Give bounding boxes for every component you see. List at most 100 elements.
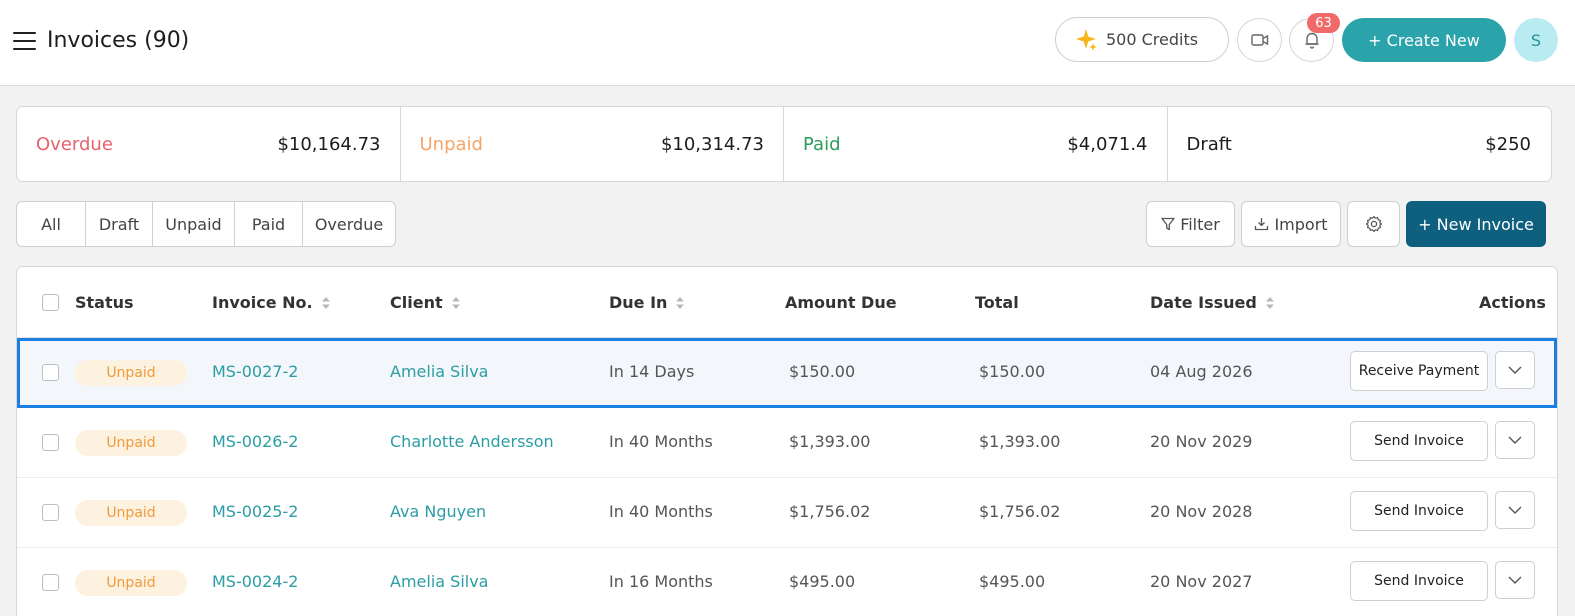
invoice-number-link[interactable]: MS-0026-2 <box>212 432 298 451</box>
table-row[interactable]: Unpaid MS-0025-2 Ava Nguyen In 40 Months… <box>17 478 1557 548</box>
row-checkbox[interactable] <box>42 364 59 381</box>
video-button[interactable] <box>1237 18 1282 62</box>
summary-card-unpaid[interactable]: Unpaid $10,314.73 <box>401 107 784 181</box>
due-in: In 14 Days <box>609 362 695 381</box>
summary-label: Overdue <box>36 133 113 155</box>
date-issued: 20 Nov 2029 <box>1150 432 1253 451</box>
date-issued: 20 Nov 2027 <box>1150 572 1253 591</box>
chevron-down-icon <box>1508 436 1522 444</box>
tab-unpaid[interactable]: Unpaid <box>153 202 235 246</box>
tab-all[interactable]: All <box>17 202 86 246</box>
column-header-status: Status <box>75 293 134 312</box>
table-header: Status Invoice No. Client Due In Amount … <box>17 267 1557 338</box>
column-header-amount-due: Amount Due <box>785 293 897 312</box>
summary-value: $10,164.73 <box>277 133 381 155</box>
column-label: Amount Due <box>785 293 897 312</box>
amount-due: $495.00 <box>789 572 856 591</box>
column-label: Actions <box>1479 293 1546 312</box>
credits-button[interactable]: 500 Credits <box>1055 17 1229 62</box>
sort-icon[interactable] <box>675 295 685 311</box>
summary-value: $250 <box>1485 133 1531 155</box>
status-badge: Unpaid <box>75 360 187 386</box>
sort-icon[interactable] <box>1265 295 1275 311</box>
row-checkbox[interactable] <box>42 434 59 451</box>
summary-card-overdue[interactable]: Overdue $10,164.73 <box>17 107 401 181</box>
table-row[interactable]: Unpaid MS-0024-2 Amelia Silva In 16 Mont… <box>17 548 1557 616</box>
total: $1,756.02 <box>979 502 1061 521</box>
more-actions-button[interactable] <box>1495 561 1535 599</box>
notification-count-badge: 63 <box>1307 13 1340 33</box>
chevron-down-icon <box>1508 506 1522 514</box>
menu-icon[interactable] <box>13 32 36 50</box>
receive-payment-button[interactable]: Receive Payment <box>1350 351 1488 391</box>
import-button[interactable]: Import <box>1241 201 1341 247</box>
total: $495.00 <box>979 572 1046 591</box>
summary-label: Paid <box>803 133 841 155</box>
client-link[interactable]: Charlotte Andersson <box>390 432 554 451</box>
column-header-due-in[interactable]: Due In <box>609 293 685 312</box>
summary-value: $4,071.4 <box>1067 133 1148 155</box>
more-actions-button[interactable] <box>1495 351 1535 389</box>
more-actions-button[interactable] <box>1495 421 1535 459</box>
client-link[interactable]: Amelia Silva <box>390 362 488 381</box>
status-badge: Unpaid <box>75 500 187 526</box>
column-label: Due In <box>609 293 668 312</box>
filter-icon <box>1161 217 1175 231</box>
tab-draft[interactable]: Draft <box>86 202 153 246</box>
amount-due: $1,756.02 <box>789 502 871 521</box>
row-checkbox[interactable] <box>42 574 59 591</box>
select-all-checkbox[interactable] <box>42 294 59 311</box>
summary-card-paid[interactable]: Paid $4,071.4 <box>784 107 1168 181</box>
chevron-down-icon <box>1508 576 1522 584</box>
summary-value: $10,314.73 <box>660 133 764 155</box>
amount-due: $150.00 <box>789 362 856 381</box>
invoice-number-link[interactable]: MS-0024-2 <box>212 572 298 591</box>
summary-card-draft[interactable]: Draft $250 <box>1168 107 1552 181</box>
credits-label: 500 Credits <box>1106 30 1199 49</box>
column-label: Client <box>390 293 443 312</box>
table-row[interactable]: Unpaid MS-0026-2 Charlotte Andersson In … <box>17 408 1557 478</box>
filter-button[interactable]: Filter <box>1146 201 1235 247</box>
invoices-table: Status Invoice No. Client Due In Amount … <box>16 266 1558 616</box>
sparkle-icon <box>1076 28 1097 51</box>
more-actions-button[interactable] <box>1495 491 1535 529</box>
download-icon <box>1255 218 1269 231</box>
total: $150.00 <box>979 362 1046 381</box>
column-header-client[interactable]: Client <box>390 293 461 312</box>
client-link[interactable]: Amelia Silva <box>390 572 488 591</box>
due-in: In 16 Months <box>609 572 713 591</box>
row-checkbox[interactable] <box>42 504 59 521</box>
create-new-button[interactable]: + Create New <box>1342 18 1506 62</box>
column-header-date-issued[interactable]: Date Issued <box>1150 293 1275 312</box>
chevron-down-icon <box>1508 366 1522 374</box>
column-label: Total <box>975 293 1019 312</box>
gear-icon <box>1365 215 1382 233</box>
status-badge: Unpaid <box>75 430 187 456</box>
date-issued: 20 Nov 2028 <box>1150 502 1253 521</box>
amount-due: $1,393.00 <box>789 432 871 451</box>
top-bar: Invoices (90) 500 Credits 63 + Create Ne… <box>0 0 1575 86</box>
new-invoice-button[interactable]: + New Invoice <box>1406 201 1546 247</box>
column-header-actions: Actions <box>1479 293 1546 312</box>
sort-icon[interactable] <box>451 295 461 311</box>
due-in: In 40 Months <box>609 432 713 451</box>
import-label: Import <box>1274 214 1328 234</box>
column-header-invoice-no[interactable]: Invoice No. <box>212 293 331 312</box>
send-invoice-button[interactable]: Send Invoice <box>1350 421 1488 461</box>
status-filter-tabs: All Draft Unpaid Paid Overdue <box>16 201 396 247</box>
client-link[interactable]: Ava Nguyen <box>390 502 486 521</box>
invoice-number-link[interactable]: MS-0027-2 <box>212 362 298 381</box>
video-icon <box>1250 34 1268 46</box>
settings-button[interactable] <box>1347 201 1400 247</box>
send-invoice-button[interactable]: Send Invoice <box>1350 491 1488 531</box>
status-badge: Unpaid <box>75 570 187 596</box>
send-invoice-button[interactable]: Send Invoice <box>1350 561 1488 601</box>
summary-bar: Overdue $10,164.73 Unpaid $10,314.73 Pai… <box>16 106 1552 182</box>
sort-icon[interactable] <box>321 295 331 311</box>
table-row[interactable]: Unpaid MS-0027-2 Amelia Silva In 14 Days… <box>17 338 1557 408</box>
avatar[interactable]: S <box>1514 18 1558 62</box>
tab-paid[interactable]: Paid <box>235 202 303 246</box>
filter-label: Filter <box>1180 214 1220 234</box>
tab-overdue[interactable]: Overdue <box>303 202 395 246</box>
invoice-number-link[interactable]: MS-0025-2 <box>212 502 298 521</box>
